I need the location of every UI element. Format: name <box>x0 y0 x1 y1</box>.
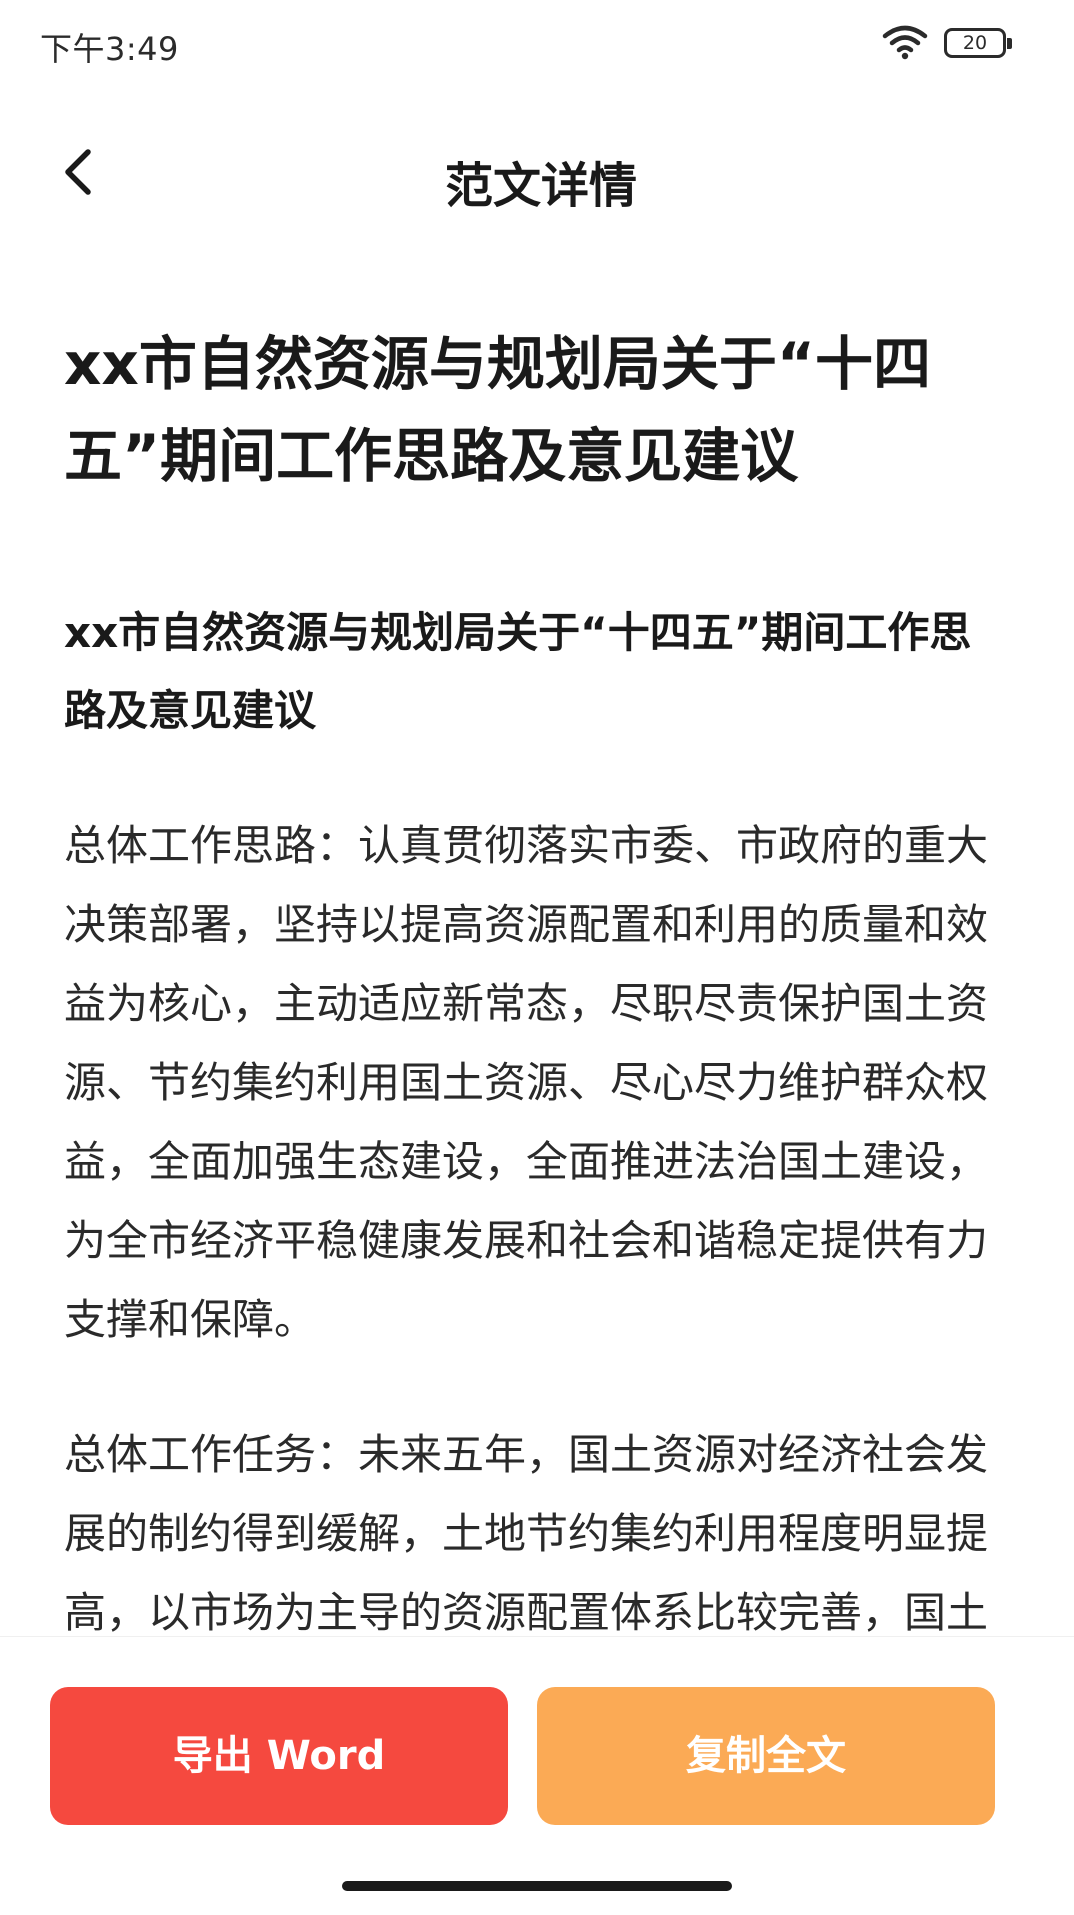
article-subtitle: xx市自然资源与规划局关于“十四五”期间工作思路及意见建议 <box>64 608 972 735</box>
status-bar: 下午3:49 20 <box>0 0 1074 92</box>
article-content[interactable]: xx市自然资源与规划局关于“十四五”期间工作思路及意见建议 xx市自然资源与规划… <box>64 318 1004 1636</box>
article-paragraph-1: 总体工作思路：认真贯彻落实市委、市政府的重大决策部署，坚持以提高资源配置和利用的… <box>64 821 989 1344</box>
wifi-icon <box>882 25 928 60</box>
nav-bar: 范文详情 <box>0 120 1074 230</box>
article-paragraph-2: 总体工作任务：未来五年，国土资源对经济社会发展的制约得到缓解，土地节约集约利用程… <box>64 1430 989 1636</box>
copy-all-button[interactable]: 复制全文 <box>537 1687 995 1825</box>
home-indicator[interactable] <box>342 1881 732 1891</box>
action-bar: 导出 Word 复制全文 <box>0 1636 1074 1915</box>
battery-level: 20 <box>962 32 988 54</box>
battery-icon: 20 <box>944 28 1012 58</box>
article-title: xx市自然资源与规划局关于“十四五”期间工作思路及意见建议 <box>64 330 931 490</box>
status-time: 下午3:49 <box>40 30 179 68</box>
page-title: 范文详情 <box>444 158 637 214</box>
export-word-button[interactable]: 导出 Word <box>50 1687 508 1825</box>
